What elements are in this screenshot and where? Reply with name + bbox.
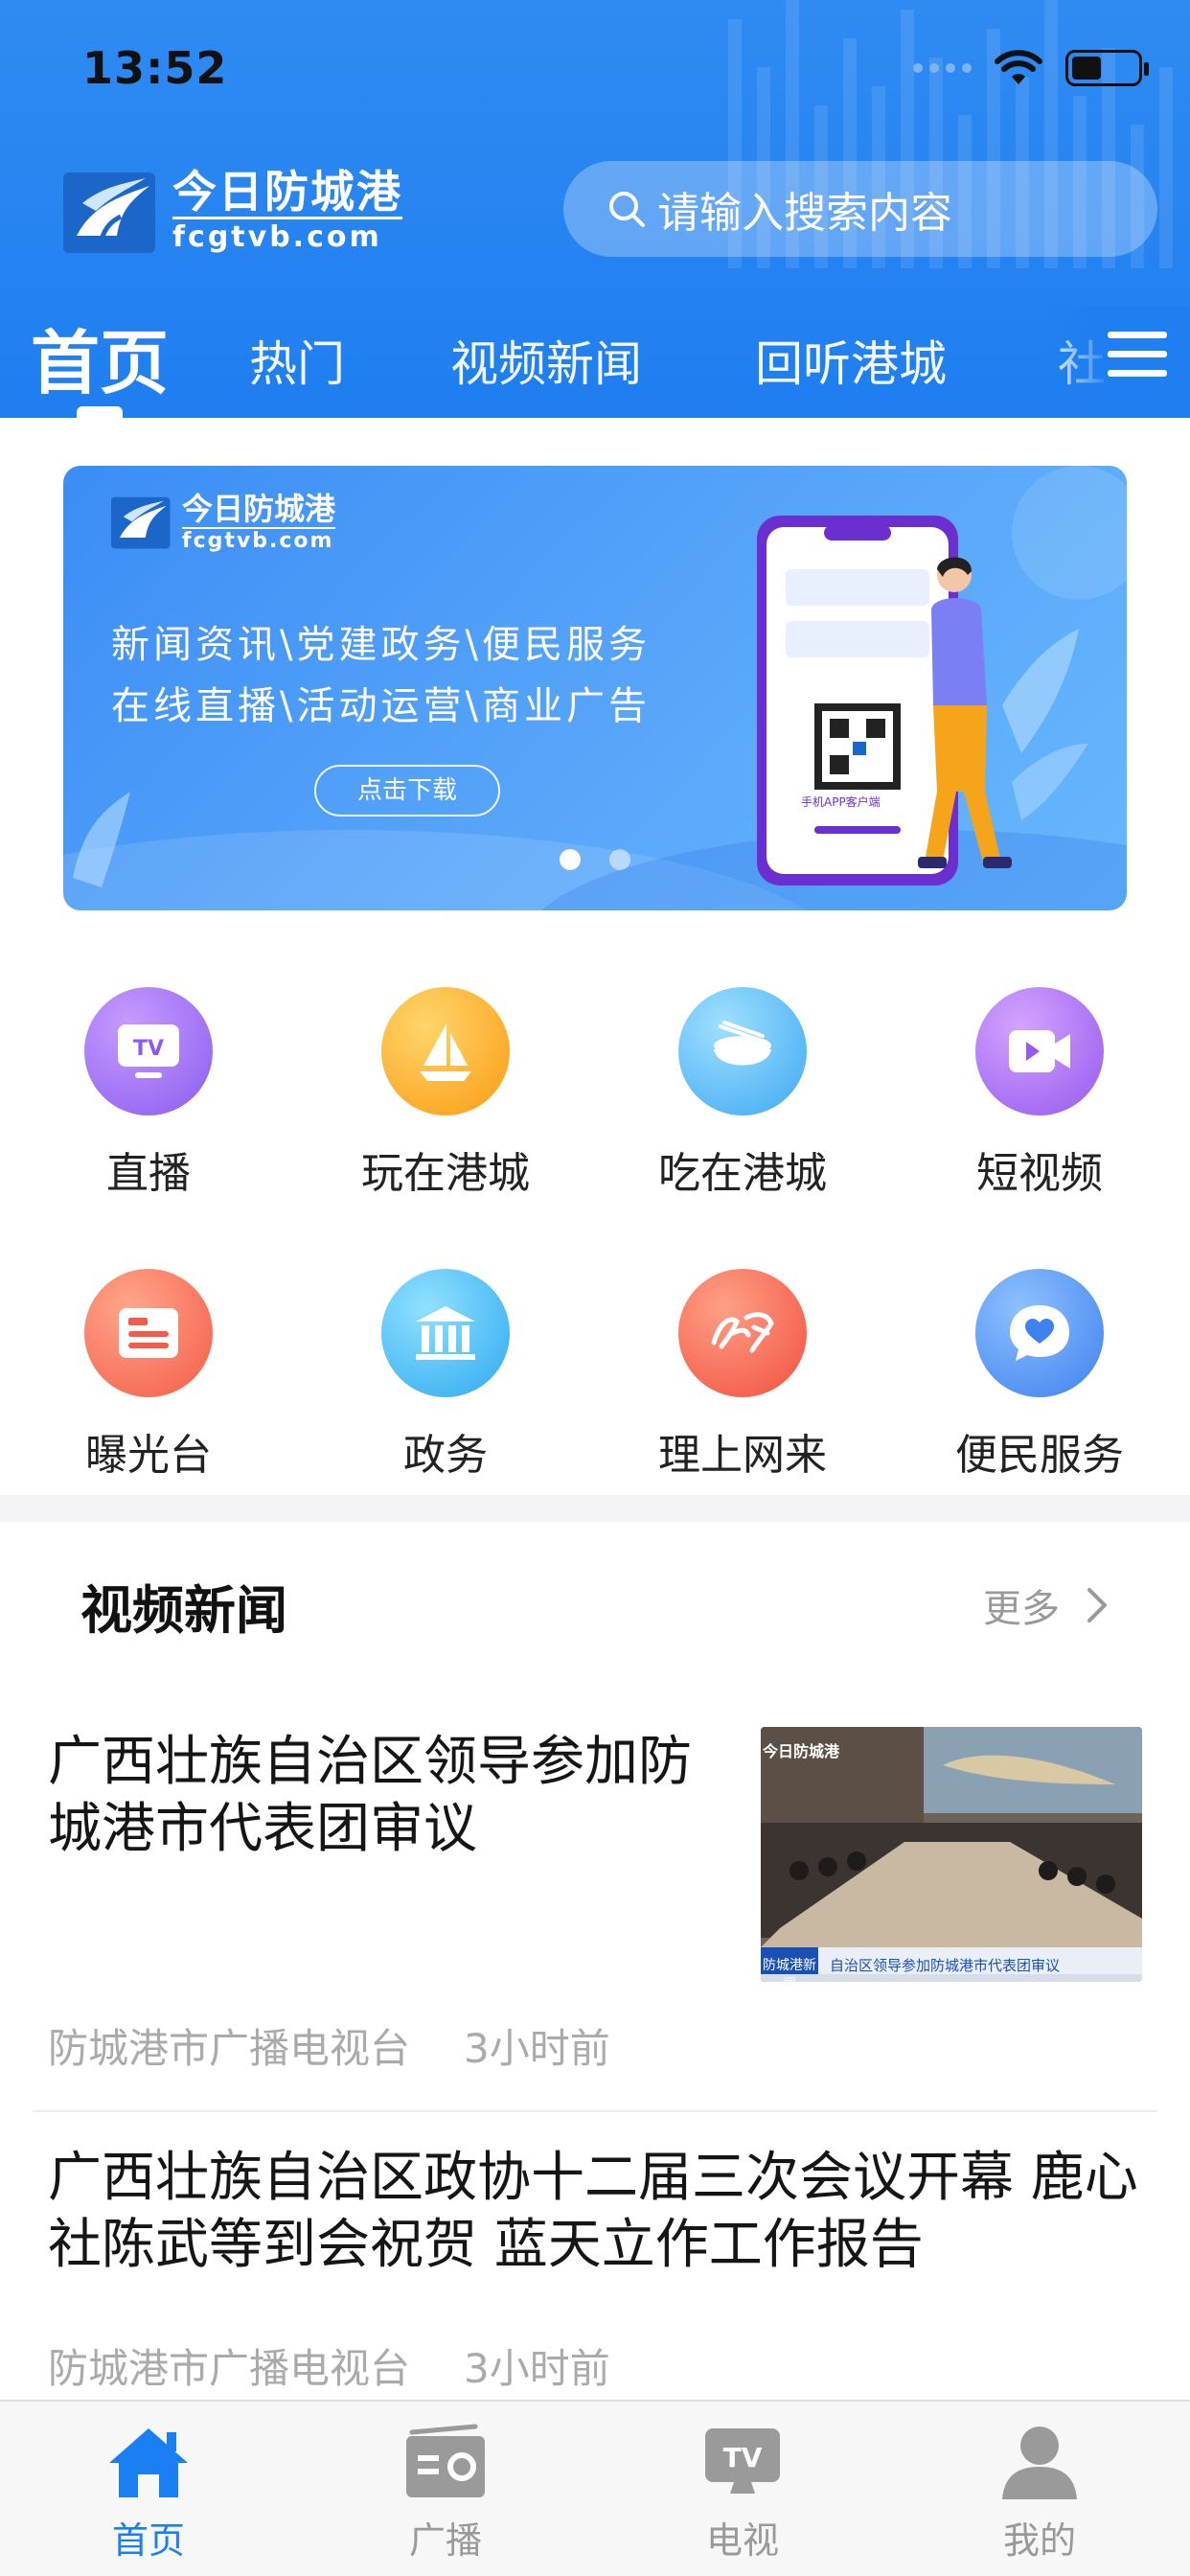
- section-separator: [0, 1495, 1190, 1522]
- section-title: 视频新闻: [80, 1580, 287, 1641]
- thumb-caption-left: 防城港新闻: [763, 1958, 816, 1982]
- banner-logo: 今日防城港 fcgtvb.com: [111, 491, 336, 553]
- active-tab-indicator: [77, 406, 123, 418]
- list-divider: [33, 2110, 1157, 2112]
- news-source: 防城港市广播电视台: [48, 2025, 411, 2072]
- shortcut-label: 政务: [403, 1431, 488, 1480]
- logo-bird-icon: [63, 172, 155, 253]
- tabbar-tv[interactable]: TV 电视: [594, 2423, 891, 2564]
- shortcut-exposure[interactable]: 曝光台: [0, 1269, 297, 1482]
- shortcut-label: 曝光台: [85, 1431, 212, 1480]
- tab-hot[interactable]: 热门: [249, 326, 345, 395]
- shortcut-label: 吃在港城: [658, 1149, 827, 1198]
- menu-icon[interactable]: [1104, 326, 1171, 383]
- logo-bird-icon: [111, 496, 171, 549]
- tv-icon: TV: [705, 2428, 780, 2494]
- svg-text:TV: TV: [723, 2442, 763, 2473]
- shortcut-government[interactable]: 政务: [297, 1269, 594, 1482]
- tab-listen-back[interactable]: 回听港城: [755, 326, 947, 395]
- tv-icon: TV: [118, 1024, 179, 1078]
- shortcut-play-city[interactable]: 玩在港城: [297, 987, 594, 1200]
- shortcut-convenience[interactable]: 便民服务: [891, 1269, 1188, 1482]
- banner-download-button[interactable]: 点击下载: [314, 765, 500, 816]
- signal-icon: [913, 63, 972, 73]
- svg-text:TV: TV: [133, 1037, 164, 1061]
- app-logo: 今日防城港 fcgtvb.com: [63, 167, 402, 256]
- search-bar[interactable]: 请输入搜索内容: [563, 161, 1157, 257]
- news-meta: 防城港市广播电视台 3小时前: [48, 2016, 610, 2075]
- news-meta: 防城港市广播电视台 3小时前: [48, 2336, 610, 2395]
- home-icon: [109, 2428, 188, 2497]
- news-title[interactable]: 广西壮族自治区领导参加防城港市代表团审议: [48, 1729, 719, 1863]
- category-tabs: 首页 热门 视频新闻 回听港城 社: [0, 307, 1190, 418]
- video-icon: [1009, 1030, 1070, 1072]
- shortcut-short-video[interactable]: 短视频: [891, 987, 1188, 1200]
- page-dot[interactable]: [609, 849, 630, 870]
- banner-text-line-1: 新闻资讯\党建政务\便民服务: [111, 623, 651, 667]
- person-illustration: [918, 557, 1012, 868]
- news-title[interactable]: 广西壮族自治区政协十二届三次会议开幕 鹿心社陈武等到会祝贺 蓝天立作工作报告: [48, 2145, 1150, 2279]
- shortcut-label: 玩在港城: [361, 1149, 530, 1198]
- chevron-right-icon: [1087, 1588, 1107, 1622]
- search-icon: [609, 192, 645, 227]
- news-time: 3小时前: [464, 2345, 610, 2392]
- news-time: 3小时前: [464, 2025, 610, 2072]
- page-dot-active[interactable]: [560, 849, 581, 870]
- more-label: 更多: [983, 1587, 1060, 1631]
- tab-video-news[interactable]: 视频新闻: [450, 326, 642, 395]
- status-time: 13:52: [82, 42, 228, 94]
- tabbar-label: 电视: [705, 2519, 779, 2562]
- news-source: 防城港市广播电视台: [48, 2345, 411, 2392]
- shortcut-label: 理上网来: [658, 1431, 827, 1480]
- government-building-icon: [416, 1306, 475, 1360]
- radio-icon: [406, 2424, 485, 2497]
- tabbar-label: 首页: [111, 2519, 185, 2562]
- bowl-icon: [714, 1021, 771, 1066]
- heart-chat-icon: [1010, 1305, 1069, 1361]
- promo-banner[interactable]: 今日防城港 fcgtvb.com 新闻资讯\党建政务\便民服务 在线直播\活动运…: [63, 466, 1127, 910]
- banner-text-line-2: 在线直播\活动运营\商业广告: [111, 684, 651, 728]
- wifi-icon: [995, 50, 1042, 84]
- bottom-tab-bar: 首页 广播 TV 电视 我的: [0, 2400, 1190, 2576]
- logo-domain: fcgtvb.com: [172, 220, 382, 254]
- status-bar: 13:52: [0, 38, 1190, 105]
- shortcut-live[interactable]: TV 直播: [0, 987, 297, 1200]
- tabbar-mine[interactable]: 我的: [891, 2423, 1188, 2564]
- tabbar-home[interactable]: 首页: [0, 2423, 297, 2564]
- battery-icon: [1065, 50, 1149, 86]
- shortcut-eat-city[interactable]: 吃在港城: [594, 987, 891, 1200]
- shortcut-label: 直播: [106, 1149, 191, 1198]
- thumb-caption: 自治区领导参加防城港市代表团审议: [830, 1957, 1061, 1974]
- news-thumbnail[interactable]: 今日防城港 防城港新闻 自治区领导参加防城港市代表团审议: [761, 1727, 1142, 1982]
- banner-pagination: [560, 849, 630, 870]
- phone-caption: 手机APP客户端: [801, 795, 881, 809]
- shortcut-label: 短视频: [976, 1149, 1103, 1198]
- logo-title: 今日防城港: [172, 166, 402, 219]
- study-icon: [711, 1312, 774, 1353]
- meeting-photo: [761, 1727, 1142, 1982]
- user-icon: [1002, 2426, 1077, 2499]
- app-header: 13:52 今日防城港 fcgtvb.com 请输入搜索内容 首页 热门 视频新…: [0, 0, 1190, 418]
- tabbar-radio[interactable]: 广播: [297, 2423, 594, 2564]
- tabbar-label: 广播: [408, 2519, 482, 2562]
- notice-board-icon: [119, 1308, 178, 1358]
- tab-home[interactable]: 首页: [31, 307, 169, 407]
- tabbar-label: 我的: [1002, 2519, 1076, 2562]
- search-placeholder: 请输入搜索内容: [657, 189, 952, 238]
- thumb-logo: 今日防城港: [763, 1742, 840, 1760]
- shortcut-label: 便民服务: [955, 1431, 1124, 1480]
- banner-logo-domain: fcgtvb.com: [182, 529, 334, 553]
- battery-level: [1072, 57, 1101, 80]
- shortcut-study[interactable]: 理上网来: [594, 1269, 891, 1482]
- more-link[interactable]: 更多: [983, 1577, 1108, 1633]
- banner-logo-title: 今日防城港: [182, 491, 336, 529]
- sailboat-icon: [420, 1024, 471, 1081]
